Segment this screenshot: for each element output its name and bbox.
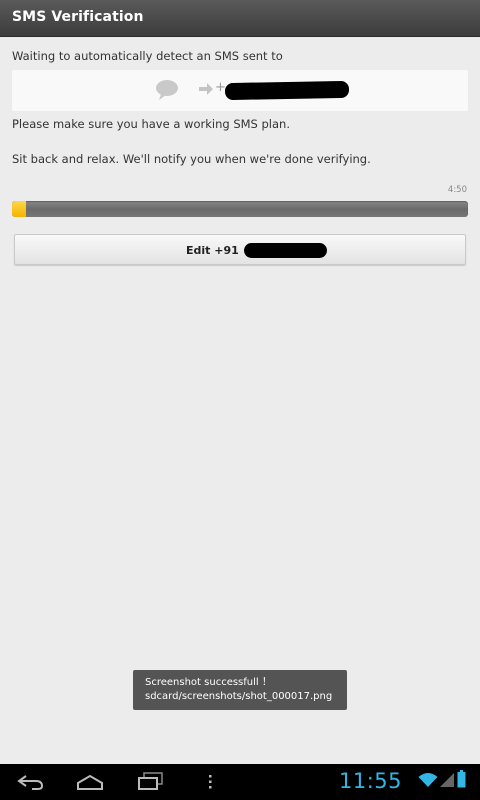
home-icon[interactable]: [76, 774, 104, 790]
recent-apps-icon[interactable]: [138, 772, 164, 790]
system-nav-bar: 11:55: [0, 764, 480, 800]
battery-icon: [457, 770, 466, 788]
waiting-text: Waiting to automatically detect an SMS s…: [12, 49, 283, 63]
page-title: SMS Verification: [12, 9, 144, 25]
relax-text: Sit back and relax. We'll notify you whe…: [12, 152, 371, 166]
signal-icon: [440, 773, 454, 787]
back-icon[interactable]: [16, 774, 44, 790]
verification-progress-bar: [12, 201, 468, 217]
menu-icon[interactable]: [207, 775, 213, 789]
sms-plan-text: Please make sure you have a working SMS …: [12, 117, 290, 131]
phone-number-box: +: [12, 70, 468, 111]
edit-number-label: Edit +91: [186, 244, 239, 257]
wifi-icon: [418, 773, 438, 787]
screenshot-toast: Screenshot successfull ！ sdcard/screensh…: [133, 670, 347, 710]
progress-fill: [12, 201, 26, 217]
sms-verification-screen: SMS Verification Waiting to automaticall…: [0, 0, 480, 800]
edit-number-redacted: [244, 243, 327, 258]
edit-number-button[interactable]: Edit +91: [14, 234, 466, 265]
toast-line-1: Screenshot successfull ！: [145, 677, 272, 688]
countdown-timer: 4:50: [447, 185, 467, 195]
sms-bubble-icon: [156, 80, 178, 100]
title-bar: SMS Verification: [0, 0, 480, 37]
status-clock: 11:55: [339, 769, 403, 793]
toast-line-2: sdcard/screenshots/shot_000017.png: [145, 691, 333, 702]
phone-number-redacted: [224, 80, 350, 101]
arrow-right-icon: [199, 83, 213, 95]
